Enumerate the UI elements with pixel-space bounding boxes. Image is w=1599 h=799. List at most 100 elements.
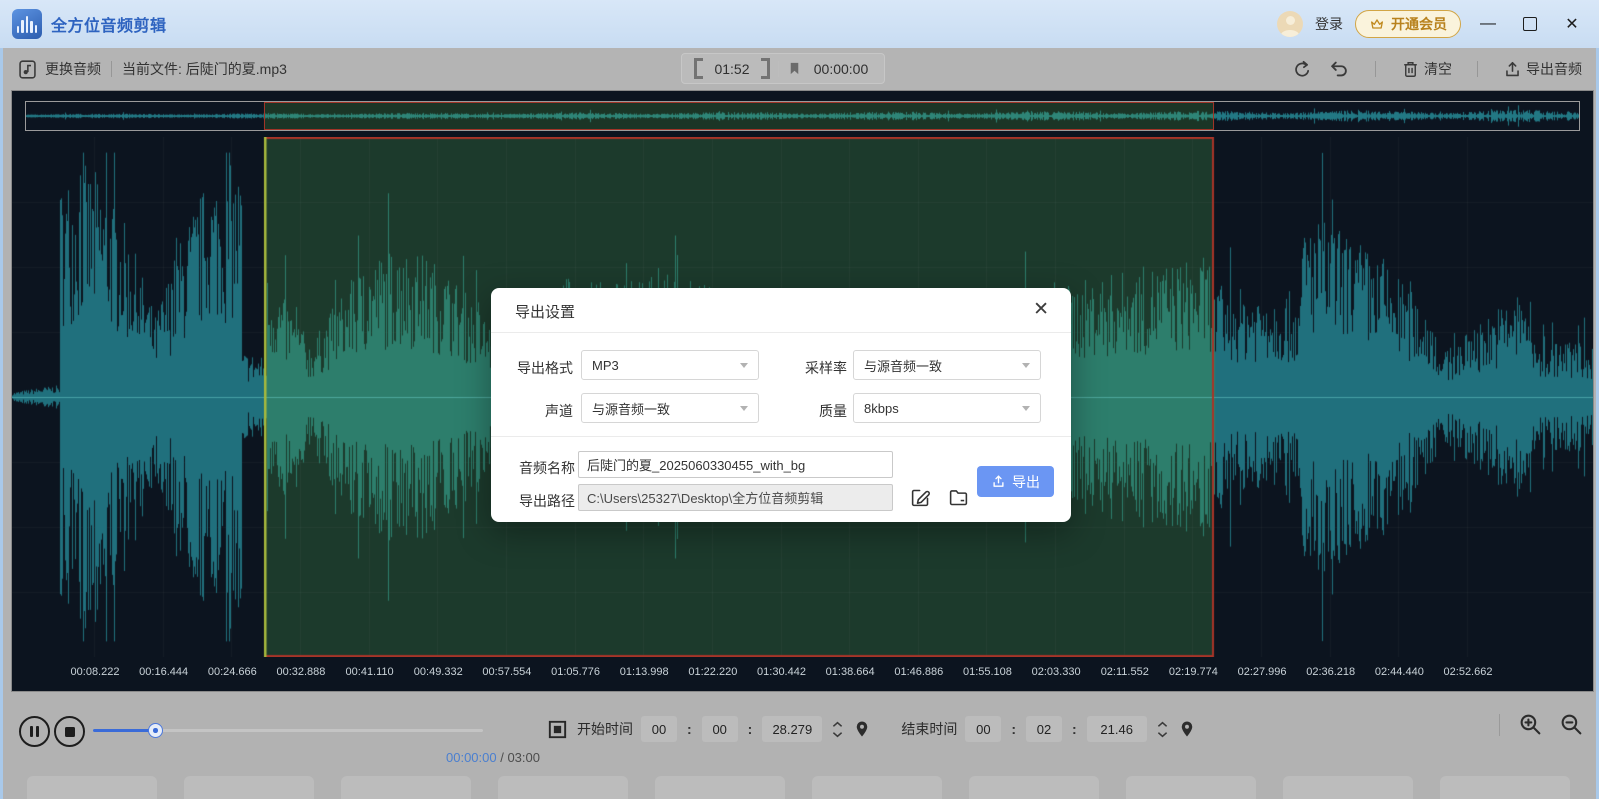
- avatar[interactable]: [1277, 11, 1303, 37]
- preset-card[interactable]: [498, 776, 628, 799]
- export-button[interactable]: 导出: [977, 466, 1054, 497]
- transport-bar: 00:00:00 / 03:00 开始时间 00 : 00 : 28.279 结…: [3, 692, 1596, 799]
- selection-end-bracket-icon: [761, 58, 770, 79]
- start-minutes-field[interactable]: 00: [702, 716, 738, 742]
- preset-strip: [27, 776, 1570, 799]
- time-tick-label: 00:08.222: [71, 666, 120, 678]
- change-audio-label: 更换音频: [45, 59, 101, 79]
- chevron-down-icon: [740, 363, 748, 368]
- export-path-label: 导出路径: [491, 491, 575, 511]
- divider: [778, 61, 779, 77]
- time-tick-label: 01:13.998: [620, 666, 669, 678]
- dialog-close-icon[interactable]: ✕: [1031, 298, 1051, 321]
- end-hours-field[interactable]: 00: [965, 716, 1001, 742]
- total-time: / 03:00: [497, 750, 540, 765]
- overview-selection-region[interactable]: [264, 102, 1214, 130]
- time-tick-label: 00:24.666: [208, 666, 257, 678]
- preset-card[interactable]: [184, 776, 314, 799]
- zoom-in-button[interactable]: [1518, 712, 1543, 737]
- open-folder-button[interactable]: [947, 486, 969, 508]
- zoom-controls: [1499, 712, 1584, 737]
- undo-icon: [1328, 58, 1350, 80]
- sample-rate-select[interactable]: 与源音频一致: [853, 350, 1041, 380]
- zoom-out-button[interactable]: [1559, 712, 1584, 737]
- end-seconds-field[interactable]: 21.46: [1087, 716, 1147, 742]
- preset-card[interactable]: [812, 776, 942, 799]
- export-audio-button[interactable]: 导出音频: [1503, 59, 1582, 79]
- preset-card[interactable]: [341, 776, 471, 799]
- divider: [111, 61, 112, 77]
- edit-icon: [910, 487, 931, 508]
- end-time-stepper[interactable]: [1155, 721, 1170, 738]
- preset-card[interactable]: [1440, 776, 1570, 799]
- start-seconds-field[interactable]: 28.279: [762, 716, 822, 742]
- start-time-stepper[interactable]: [830, 721, 845, 738]
- export-button-label: 导出: [1012, 472, 1040, 492]
- step-up-icon: [832, 721, 843, 728]
- channel-select[interactable]: 与源音频一致: [581, 393, 759, 423]
- time-tick-label: 01:05.776: [551, 666, 600, 678]
- quality-select[interactable]: 8kbps: [853, 393, 1041, 423]
- start-hours-field[interactable]: 00: [641, 716, 677, 742]
- format-select[interactable]: MP3: [581, 350, 759, 380]
- sample-rate-label: 采样率: [771, 358, 847, 378]
- stop-button[interactable]: [54, 716, 85, 747]
- waveform-overview[interactable]: [25, 101, 1580, 131]
- preset-card[interactable]: [1283, 776, 1413, 799]
- volume-slider[interactable]: [93, 729, 483, 732]
- export-icon: [991, 474, 1006, 489]
- preset-card[interactable]: [969, 776, 1099, 799]
- redo-button[interactable]: [1292, 59, 1313, 80]
- toolbar: 更换音频 当前文件: 后陡门的夏.mp3 01:52 00:00:00: [3, 48, 1596, 90]
- time-tick-label: 00:16.444: [139, 666, 188, 678]
- playback-time: 00:00:00 / 03:00: [446, 750, 540, 765]
- trim-icon[interactable]: [546, 718, 569, 741]
- folder-icon: [948, 487, 969, 508]
- time-tick-label: 02:36.218: [1306, 666, 1355, 678]
- time-tick-label: 02:11.552: [1101, 666, 1149, 678]
- divider: [491, 436, 1071, 437]
- trash-icon: [1401, 60, 1420, 79]
- bookmark-icon: [787, 61, 802, 76]
- start-time-label: 开始时间: [577, 719, 633, 739]
- selection-start-bracket-icon: [694, 58, 703, 79]
- audio-name-label: 音频名称: [491, 458, 575, 478]
- clear-button[interactable]: 清空: [1401, 59, 1452, 79]
- maximize-button[interactable]: [1515, 9, 1545, 39]
- redo-icon: [1292, 59, 1313, 80]
- vip-label: 开通会员: [1391, 14, 1447, 34]
- time-tick-label: 00:41.110: [346, 666, 394, 678]
- preset-card[interactable]: [1126, 776, 1256, 799]
- change-audio-button[interactable]: 更换音频: [17, 59, 101, 80]
- audio-name-input[interactable]: [578, 451, 893, 478]
- edit-path-button[interactable]: [909, 486, 931, 508]
- divider: [491, 332, 1071, 333]
- time-tick-label: 02:44.440: [1375, 666, 1424, 678]
- end-time-label: 结束时间: [901, 719, 957, 739]
- end-minutes-field[interactable]: 02: [1026, 716, 1062, 742]
- export-audio-label: 导出音频: [1526, 59, 1582, 79]
- export-path-input[interactable]: [578, 484, 893, 511]
- vip-button[interactable]: 开通会员: [1355, 10, 1461, 38]
- time-tick-label: 02:03.330: [1032, 666, 1081, 678]
- chevron-down-icon: [1022, 363, 1030, 368]
- preset-card[interactable]: [27, 776, 157, 799]
- chevron-down-icon: [740, 406, 748, 411]
- format-value: MP3: [592, 358, 619, 373]
- undo-button[interactable]: [1328, 58, 1350, 80]
- preset-card[interactable]: [655, 776, 785, 799]
- login-button[interactable]: 登录: [1315, 14, 1343, 34]
- time-tick-label: 01:22.220: [688, 666, 737, 678]
- close-button[interactable]: ✕: [1557, 9, 1587, 39]
- pause-button[interactable]: [19, 716, 50, 747]
- maximize-icon: [1523, 17, 1537, 31]
- time-tick-label: 01:30.442: [757, 666, 806, 678]
- volume-slider-thumb[interactable]: [148, 723, 163, 738]
- selection-duration: 01:52: [711, 61, 753, 77]
- set-start-marker-icon[interactable]: [853, 720, 871, 738]
- colon: :: [687, 721, 692, 737]
- minimize-button[interactable]: —: [1473, 9, 1503, 39]
- colon: :: [748, 721, 753, 737]
- set-end-marker-icon[interactable]: [1178, 720, 1196, 738]
- time-tick-label: 02:27.996: [1238, 666, 1287, 678]
